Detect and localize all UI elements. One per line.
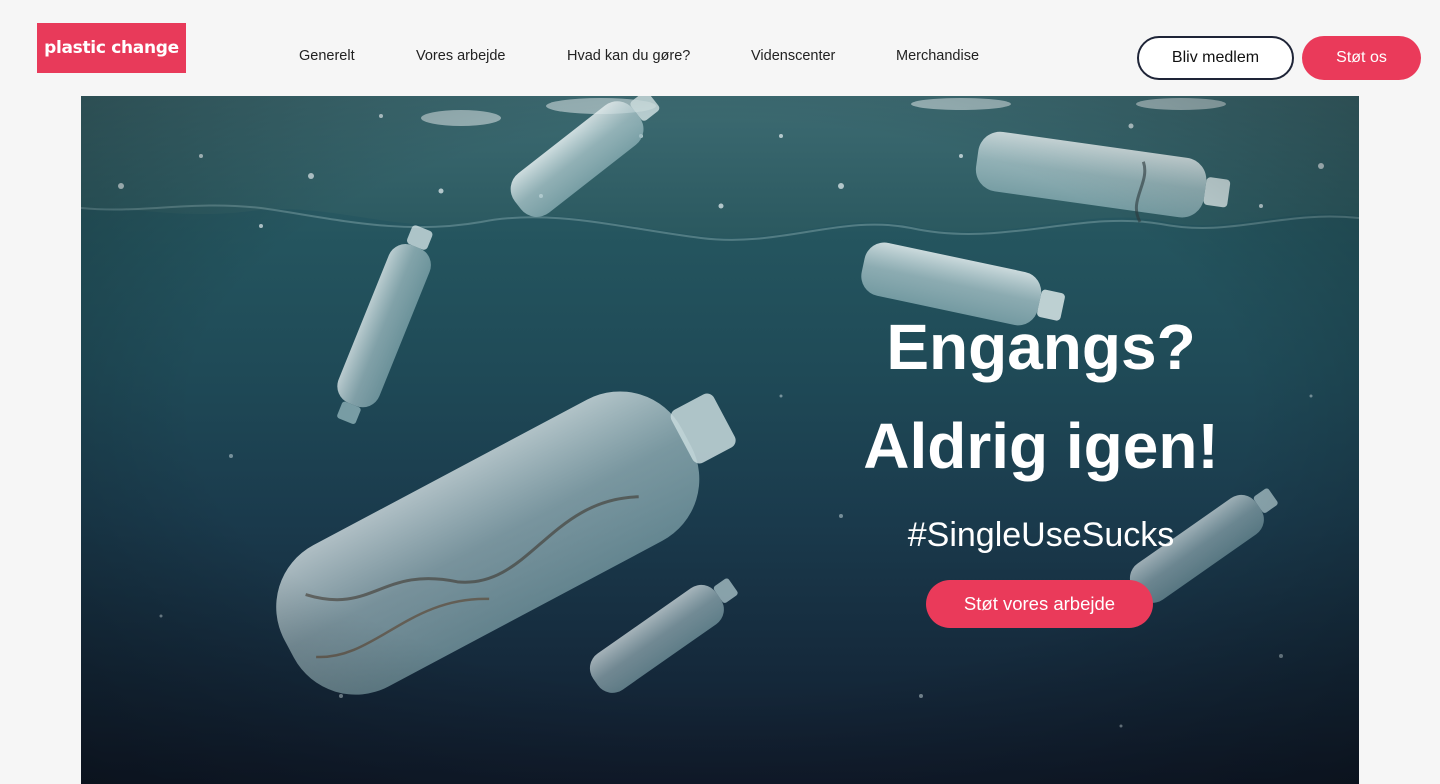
hero-title-line2: Aldrig igen! bbox=[863, 410, 1219, 482]
nav-item-vores-arbejde[interactable]: Vores arbejde bbox=[416, 48, 505, 64]
nav-item-merchandise[interactable]: Merchandise bbox=[896, 48, 979, 64]
nav-item-videnscenter[interactable]: Videnscenter bbox=[751, 48, 835, 64]
support-us-button[interactable]: Støt os bbox=[1302, 36, 1421, 80]
hero-hashtag: #SingleUseSucks bbox=[907, 516, 1175, 554]
page: plastic change Generelt Vores arbejde Hv… bbox=[0, 0, 1440, 784]
nav-item-hvad-kan-du-gore[interactable]: Hvad kan du gøre? bbox=[567, 48, 690, 64]
hero-banner: Engangs? Aldrig igen! #SingleUseSucks St… bbox=[81, 96, 1359, 784]
hero-title-line1: Engangs? bbox=[886, 311, 1196, 383]
support-our-work-button[interactable]: Støt vores arbejde bbox=[926, 580, 1153, 628]
become-member-button[interactable]: Bliv medlem bbox=[1137, 36, 1294, 80]
logo[interactable]: plastic change bbox=[37, 23, 186, 73]
nav-item-generelt[interactable]: Generelt bbox=[299, 48, 355, 64]
